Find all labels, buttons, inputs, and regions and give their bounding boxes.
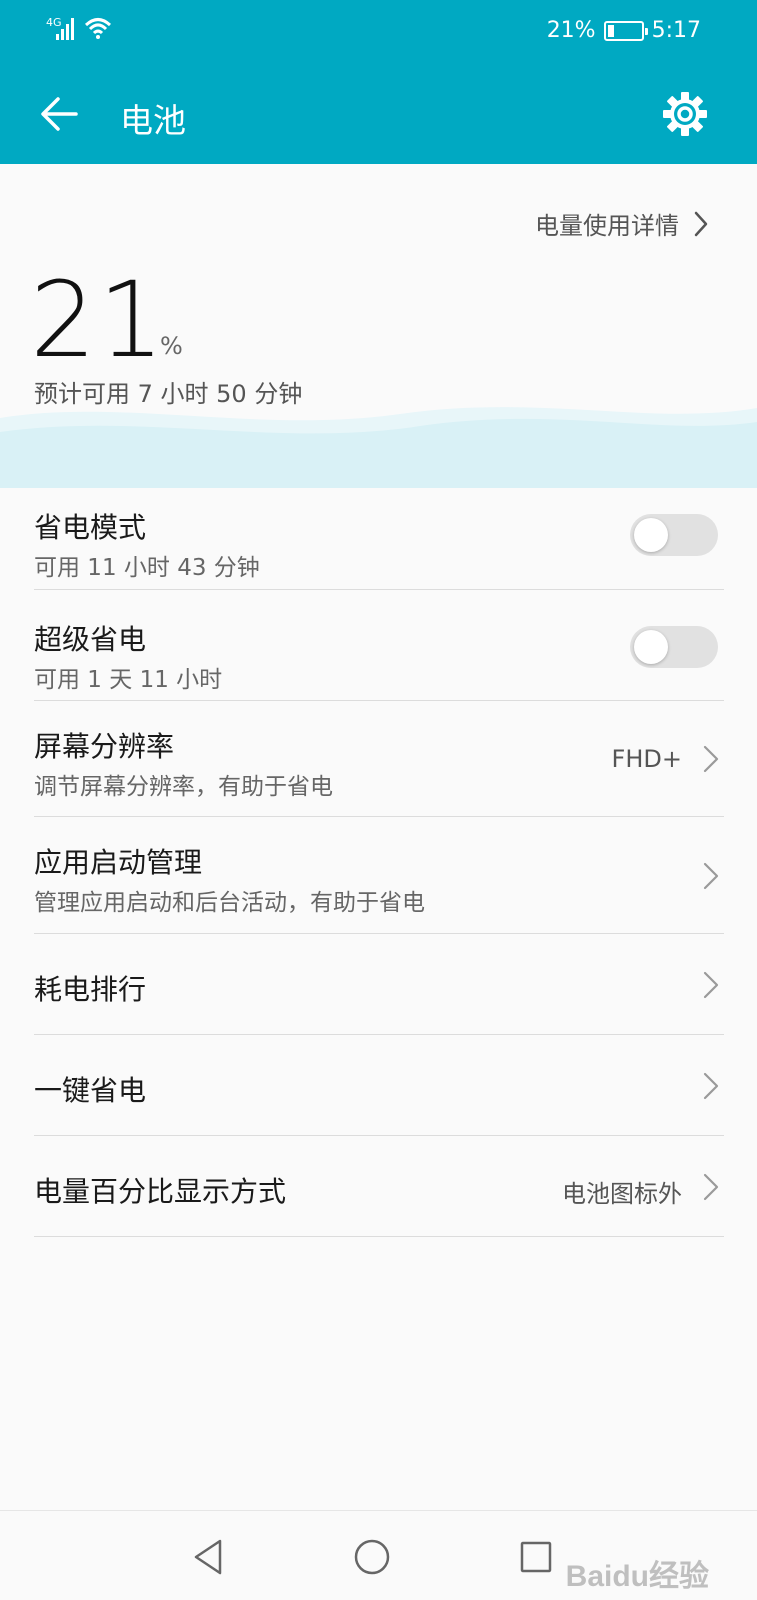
screen-resolution-value: FHD+ [611,745,682,773]
screen-resolution-row[interactable]: 屏幕分辨率 调节屏幕分辨率，有助于省电 FHD+ [34,701,724,817]
row-title: 应用启动管理 [34,846,203,879]
usage-detail-label: 电量使用详情 [535,212,679,240]
chevron-right-icon [703,1072,719,1100]
battery-percent-text: 21% [546,18,596,43]
row-title: 一键省电 [34,1074,147,1107]
chevron-right-icon [703,1173,719,1201]
status-right: 21% 5:17 [547,18,701,43]
row-title: 超级省电 [34,623,147,656]
usage-detail-link[interactable]: 电量使用详情 [535,206,709,241]
row-subtitle: 可用 11 小时 43 分钟 [34,555,260,581]
toggle-knob [634,518,668,552]
clock: 5:17 [651,18,701,43]
chevron-right-icon [703,745,719,773]
battery-level-value: 21 [30,259,167,381]
power-saving-mode-row[interactable]: 省电模式 可用 11 小时 43 分钟 [34,488,724,590]
battery-percentage-display-row[interactable]: 电量百分比显示方式 电池图标外 [34,1136,724,1237]
status-bar: 4G 21% 5:17 [0,0,757,64]
app-bar: 电池 [0,64,757,164]
app-launch-management-row[interactable]: 应用启动管理 管理应用启动和后台活动，有助于省电 [34,817,724,934]
status-left: 4G [46,14,112,40]
chevron-right-icon [703,971,719,999]
triangle-back-icon[interactable] [186,1535,230,1579]
chevron-right-icon [703,862,719,890]
battery-percentage-display-value: 电池图标外 [562,1180,682,1208]
power-consumption-ranking-row[interactable]: 耗电排行 [34,934,724,1035]
battery-level-unit: % [160,332,183,360]
square-recents-icon[interactable] [514,1535,558,1579]
row-title: 耗电排行 [34,973,147,1006]
one-tap-optimize-row[interactable]: 一键省电 [34,1035,724,1136]
network-type: 4G [46,16,62,29]
gear-icon[interactable] [661,90,709,138]
power-saving-mode-toggle[interactable] [630,514,718,556]
toggle-knob [634,630,668,664]
battery-settings-list: 省电模式 可用 11 小时 43 分钟 超级省电 可用 1 天 11 小时 屏幕… [34,488,724,1237]
row-subtitle: 可用 1 天 11 小时 [34,667,223,693]
battery-icon [603,20,648,41]
page-title: 电池 [120,101,186,140]
row-title: 省电模式 [34,511,147,544]
chevron-right-icon [694,211,708,236]
row-subtitle: 管理应用启动和后台活动，有助于省电 [34,890,425,916]
row-subtitle: 调节屏幕分辨率，有助于省电 [34,774,333,800]
row-title: 屏幕分辨率 [34,730,175,763]
battery-wave-graphic [0,407,757,488]
row-title: 电量百分比显示方式 [34,1175,287,1208]
wifi-icon [84,18,112,39]
circle-home-icon[interactable] [350,1535,394,1579]
navigation-bar: Baidu经验 [0,1510,757,1600]
arrow-left-icon[interactable] [36,90,84,138]
ultra-power-saving-toggle[interactable] [630,626,718,668]
watermark: Baidu经验 [565,1560,709,1593]
ultra-power-saving-row[interactable]: 超级省电 可用 1 天 11 小时 [34,590,724,701]
